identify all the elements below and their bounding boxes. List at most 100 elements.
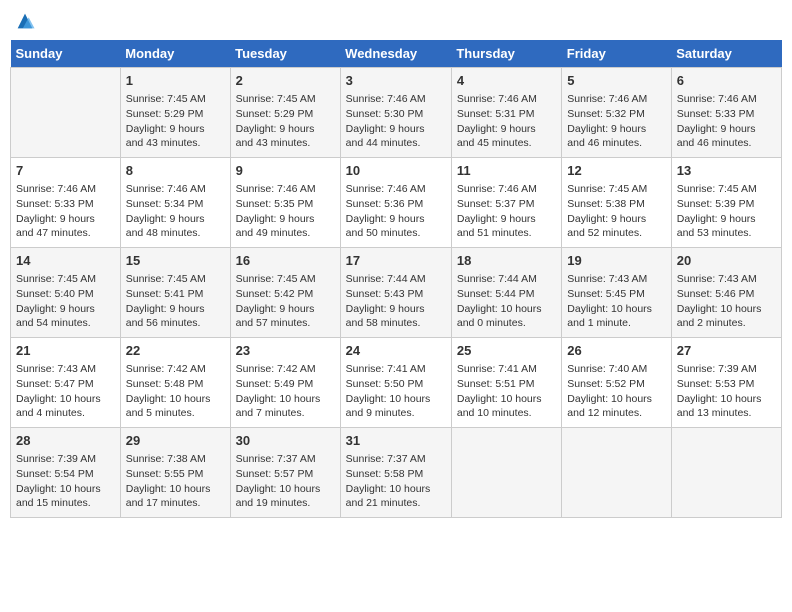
day-info: Sunrise: 7:41 AMSunset: 5:51 PMDaylight:… <box>457 362 556 421</box>
day-info: Sunrise: 7:43 AMSunset: 5:45 PMDaylight:… <box>567 272 665 331</box>
calendar-day-cell: 24 Sunrise: 7:41 AMSunset: 5:50 PMDayligh… <box>340 338 451 428</box>
day-number: 30 <box>236 432 335 450</box>
calendar-day-cell: 30 Sunrise: 7:37 AMSunset: 5:57 PMDayligh… <box>230 428 340 518</box>
calendar-day-cell: 4Sunrise: 7:46 AMSunset: 5:31 PMDaylight… <box>451 68 561 158</box>
day-of-week-header: Wednesday <box>340 40 451 68</box>
calendar-day-cell: 27 Sunrise: 7:39 AMSunset: 5:53 PMDayligh… <box>671 338 781 428</box>
day-info: Sunrise: 7:39 AMSunset: 5:53 PMDaylight:… <box>677 362 776 421</box>
day-number: 28 <box>16 432 115 450</box>
day-number: 29 <box>126 432 225 450</box>
calendar-day-cell <box>11 68 121 158</box>
calendar-day-cell: 28 Sunrise: 7:39 AMSunset: 5:54 PMDayligh… <box>11 428 121 518</box>
day-number: 20 <box>677 252 776 270</box>
day-number: 2 <box>236 72 335 90</box>
day-info: Sunrise: 7:37 AMSunset: 5:57 PMDaylight:… <box>236 452 335 511</box>
day-info: Sunrise: 7:41 AMSunset: 5:50 PMDaylight:… <box>346 362 446 421</box>
day-info: Sunrise: 7:46 AMSunset: 5:32 PMDaylight:… <box>567 92 665 151</box>
calendar-week-row: 28 Sunrise: 7:39 AMSunset: 5:54 PMDayligh… <box>11 428 782 518</box>
day-number: 16 <box>236 252 335 270</box>
calendar-day-cell: 9 Sunrise: 7:46 AMSunset: 5:35 PMDaylight… <box>230 158 340 248</box>
day-number: 5 <box>567 72 665 90</box>
calendar-day-cell: 12 Sunrise: 7:45 AMSunset: 5:38 PMDayligh… <box>562 158 671 248</box>
calendar-day-cell: 1 Sunrise: 7:45 AMSunset: 5:29 PMDaylight… <box>120 68 230 158</box>
day-number: 14 <box>16 252 115 270</box>
day-info: Sunrise: 7:46 AMSunset: 5:37 PMDaylight:… <box>457 182 556 241</box>
day-number: 9 <box>236 162 335 180</box>
calendar-day-cell: 16 Sunrise: 7:45 AMSunset: 5:42 PMDayligh… <box>230 248 340 338</box>
day-info: Sunrise: 7:45 AMSunset: 5:38 PMDaylight:… <box>567 182 665 241</box>
day-number: 4 <box>457 72 556 90</box>
day-info: Sunrise: 7:40 AMSunset: 5:52 PMDaylight:… <box>567 362 665 421</box>
day-info: Sunrise: 7:45 AMSunset: 5:42 PMDaylight:… <box>236 272 335 331</box>
day-number: 27 <box>677 342 776 360</box>
day-of-week-header: Friday <box>562 40 671 68</box>
calendar-header-row: SundayMondayTuesdayWednesdayThursdayFrid… <box>11 40 782 68</box>
day-info: Sunrise: 7:46 AMSunset: 5:33 PMDaylight:… <box>677 92 776 151</box>
day-info: Sunrise: 7:45 AMSunset: 5:29 PMDaylight:… <box>236 92 335 151</box>
logo-icon <box>14 10 36 32</box>
day-number: 11 <box>457 162 556 180</box>
day-number: 1 <box>126 72 225 90</box>
day-number: 8 <box>126 162 225 180</box>
day-of-week-header: Tuesday <box>230 40 340 68</box>
calendar-day-cell <box>562 428 671 518</box>
day-info: Sunrise: 7:46 AMSunset: 5:36 PMDaylight:… <box>346 182 446 241</box>
day-info: Sunrise: 7:42 AMSunset: 5:49 PMDaylight:… <box>236 362 335 421</box>
day-of-week-header: Saturday <box>671 40 781 68</box>
day-info: Sunrise: 7:44 AMSunset: 5:44 PMDaylight:… <box>457 272 556 331</box>
calendar-week-row: 1 Sunrise: 7:45 AMSunset: 5:29 PMDaylight… <box>11 68 782 158</box>
calendar-day-cell: 15 Sunrise: 7:45 AMSunset: 5:41 PMDayligh… <box>120 248 230 338</box>
calendar-day-cell: 2 Sunrise: 7:45 AMSunset: 5:29 PMDaylight… <box>230 68 340 158</box>
day-info: Sunrise: 7:45 AMSunset: 5:41 PMDaylight:… <box>126 272 225 331</box>
day-number: 12 <box>567 162 665 180</box>
day-number: 3 <box>346 72 446 90</box>
day-info: Sunrise: 7:45 AMSunset: 5:39 PMDaylight:… <box>677 182 776 241</box>
day-number: 10 <box>346 162 446 180</box>
calendar-day-cell: 10 Sunrise: 7:46 AMSunset: 5:36 PMDayligh… <box>340 158 451 248</box>
calendar-day-cell: 3 Sunrise: 7:46 AMSunset: 5:30 PMDaylight… <box>340 68 451 158</box>
day-number: 18 <box>457 252 556 270</box>
day-info: Sunrise: 7:46 AMSunset: 5:30 PMDaylight:… <box>346 92 446 151</box>
calendar-day-cell: 7Sunrise: 7:46 AMSunset: 5:33 PMDaylight… <box>11 158 121 248</box>
day-number: 23 <box>236 342 335 360</box>
calendar-day-cell: 23 Sunrise: 7:42 AMSunset: 5:49 PMDayligh… <box>230 338 340 428</box>
day-info: Sunrise: 7:45 AMSunset: 5:40 PMDaylight:… <box>16 272 115 331</box>
day-info: Sunrise: 7:38 AMSunset: 5:55 PMDaylight:… <box>126 452 225 511</box>
day-of-week-header: Sunday <box>11 40 121 68</box>
day-number: 6 <box>677 72 776 90</box>
day-number: 19 <box>567 252 665 270</box>
calendar-day-cell: 29 Sunrise: 7:38 AMSunset: 5:55 PMDayligh… <box>120 428 230 518</box>
calendar-day-cell: 5 Sunrise: 7:46 AMSunset: 5:32 PMDaylight… <box>562 68 671 158</box>
logo <box>14 10 38 32</box>
day-info: Sunrise: 7:39 AMSunset: 5:54 PMDaylight:… <box>16 452 115 511</box>
day-info: Sunrise: 7:42 AMSunset: 5:48 PMDaylight:… <box>126 362 225 421</box>
day-number: 21 <box>16 342 115 360</box>
day-number: 24 <box>346 342 446 360</box>
calendar-week-row: 7Sunrise: 7:46 AMSunset: 5:33 PMDaylight… <box>11 158 782 248</box>
calendar-day-cell: 31Sunrise: 7:37 AMSunset: 5:58 PMDayligh… <box>340 428 451 518</box>
day-number: 15 <box>126 252 225 270</box>
day-number: 31 <box>346 432 446 450</box>
calendar-day-cell: 25 Sunrise: 7:41 AMSunset: 5:51 PMDayligh… <box>451 338 561 428</box>
calendar-day-cell: 6 Sunrise: 7:46 AMSunset: 5:33 PMDaylight… <box>671 68 781 158</box>
day-info: Sunrise: 7:45 AMSunset: 5:29 PMDaylight:… <box>126 92 225 151</box>
day-number: 22 <box>126 342 225 360</box>
calendar-day-cell: 18 Sunrise: 7:44 AMSunset: 5:44 PMDayligh… <box>451 248 561 338</box>
calendar-table: SundayMondayTuesdayWednesdayThursdayFrid… <box>10 40 782 518</box>
calendar-day-cell <box>671 428 781 518</box>
day-number: 17 <box>346 252 446 270</box>
calendar-week-row: 14 Sunrise: 7:45 AMSunset: 5:40 PMDayligh… <box>11 248 782 338</box>
day-number: 26 <box>567 342 665 360</box>
calendar-day-cell: 22 Sunrise: 7:42 AMSunset: 5:48 PMDayligh… <box>120 338 230 428</box>
calendar-day-cell: 20Sunrise: 7:43 AMSunset: 5:46 PMDayligh… <box>671 248 781 338</box>
day-info: Sunrise: 7:46 AMSunset: 5:33 PMDaylight:… <box>16 182 115 241</box>
day-number: 25 <box>457 342 556 360</box>
day-info: Sunrise: 7:44 AMSunset: 5:43 PMDaylight:… <box>346 272 446 331</box>
calendar-day-cell: 19 Sunrise: 7:43 AMSunset: 5:45 PMDayligh… <box>562 248 671 338</box>
calendar-day-cell <box>451 428 561 518</box>
calendar-day-cell: 26 Sunrise: 7:40 AMSunset: 5:52 PMDayligh… <box>562 338 671 428</box>
calendar-day-cell: 11 Sunrise: 7:46 AMSunset: 5:37 PMDayligh… <box>451 158 561 248</box>
day-info: Sunrise: 7:46 AMSunset: 5:35 PMDaylight:… <box>236 182 335 241</box>
calendar-day-cell: 14 Sunrise: 7:45 AMSunset: 5:40 PMDayligh… <box>11 248 121 338</box>
calendar-day-cell: 17 Sunrise: 7:44 AMSunset: 5:43 PMDayligh… <box>340 248 451 338</box>
